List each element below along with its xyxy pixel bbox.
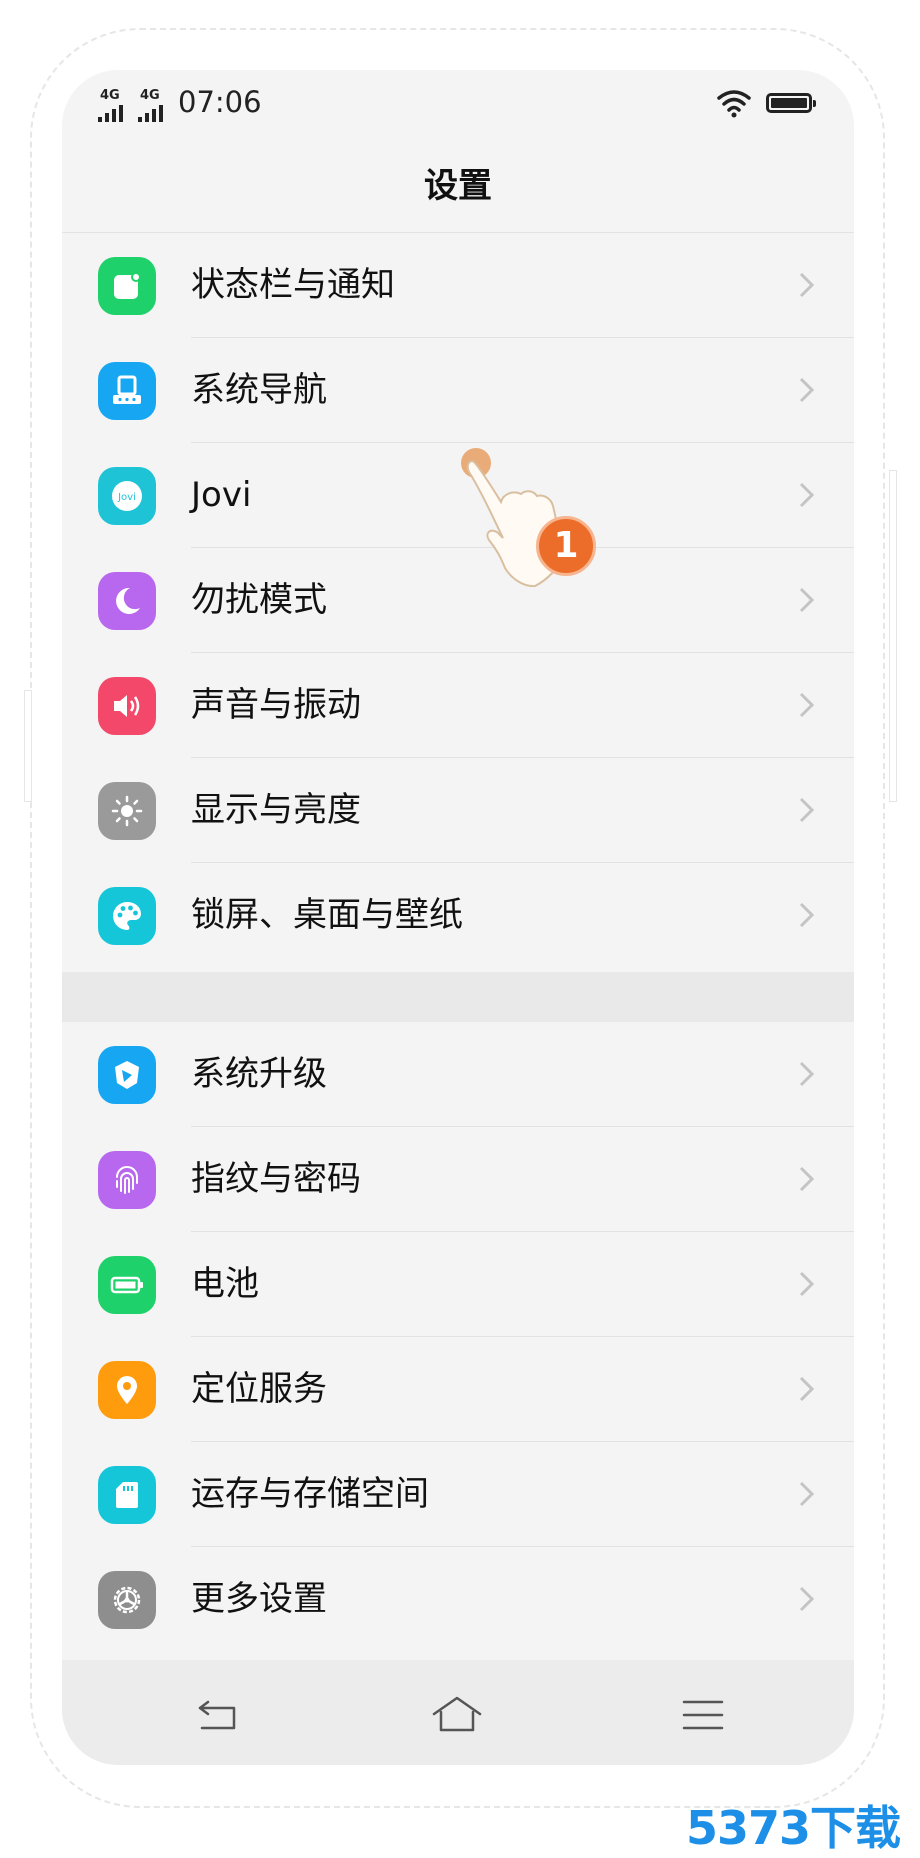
settings-item-label: 显示与亮度 xyxy=(191,790,361,830)
settings-item-label: 指纹与密码 xyxy=(191,1159,361,1199)
phone-side-button xyxy=(24,690,32,802)
chevron-right-icon xyxy=(799,377,815,403)
settings-group: 状态栏与通知 系统导航 Jovi Jovi 勿扰模式 声音与振动 显示与亮度 锁… xyxy=(62,233,854,968)
settings-item-label: 系统导航 xyxy=(191,370,327,410)
navigation-icon xyxy=(98,362,156,420)
settings-item-label: 定位服务 xyxy=(191,1369,327,1409)
battery-icon xyxy=(98,1256,156,1314)
settings-item-system-navigation[interactable]: 系统导航 xyxy=(62,338,854,443)
watermark-logo: 5373下载 xyxy=(686,1801,901,1855)
status-time: 07:06 xyxy=(178,85,262,119)
menu-icon[interactable] xyxy=(678,1696,728,1734)
chevron-right-icon xyxy=(799,587,815,613)
chevron-right-icon xyxy=(799,1586,815,1612)
settings-item-display-brightness[interactable]: 显示与亮度 xyxy=(62,758,854,863)
settings-item-label: 系统升级 xyxy=(191,1054,327,1094)
page-header: 设置 xyxy=(62,140,854,233)
settings-item-label: 更多设置 xyxy=(191,1579,327,1619)
settings-item-battery[interactable]: 电池 xyxy=(62,1232,854,1337)
palette-icon xyxy=(98,887,156,945)
settings-item-more-settings[interactable]: 更多设置 xyxy=(62,1547,854,1652)
jovi-icon: Jovi xyxy=(98,467,156,525)
phone-screen: 4G 4G 07:06 设置 状态栏与通知 系统导航 Jovi Jovi 勿扰模… xyxy=(62,70,854,1765)
wifi-icon xyxy=(717,90,751,118)
chevron-right-icon xyxy=(799,1061,815,1087)
status-bar: 4G 4G 07:06 xyxy=(62,70,854,140)
speaker-icon xyxy=(98,677,156,735)
fingerprint-icon xyxy=(98,1151,156,1209)
battery-icon xyxy=(766,93,816,113)
settings-item-label: 电池 xyxy=(191,1264,259,1304)
settings-item-sound-vibration[interactable]: 声音与振动 xyxy=(62,653,854,758)
chevron-right-icon xyxy=(799,1376,815,1402)
chevron-right-icon xyxy=(799,692,815,718)
settings-item-fingerprint-password[interactable]: 指纹与密码 xyxy=(62,1127,854,1232)
settings-item-system-upgrade[interactable]: 系统升级 xyxy=(62,1022,854,1127)
settings-item-label: 运存与存储空间 xyxy=(191,1474,429,1514)
settings-item-location-services[interactable]: 定位服务 xyxy=(62,1337,854,1442)
chevron-right-icon xyxy=(799,482,815,508)
settings-item-label: 勿扰模式 xyxy=(191,580,327,620)
settings-item-label: 状态栏与通知 xyxy=(191,265,395,305)
chevron-right-icon xyxy=(799,1166,815,1192)
home-icon[interactable] xyxy=(432,1696,482,1734)
settings-item-label: Jovi xyxy=(191,475,252,515)
settings-item-lockscreen-wallpaper[interactable]: 锁屏、桌面与壁纸 xyxy=(62,863,854,968)
upgrade-icon xyxy=(98,1046,156,1104)
chevron-right-icon xyxy=(799,902,815,928)
signal-icon: 4G xyxy=(138,88,172,122)
signal-icon: 4G xyxy=(98,88,132,122)
notification-icon xyxy=(98,257,156,315)
chevron-right-icon xyxy=(799,797,815,823)
sd-card-icon xyxy=(98,1466,156,1524)
moon-icon xyxy=(98,572,156,630)
chevron-right-icon xyxy=(799,1481,815,1507)
settings-item-label: 锁屏、桌面与壁纸 xyxy=(191,895,463,935)
gear-icon xyxy=(98,1571,156,1629)
chevron-right-icon xyxy=(799,1271,815,1297)
location-icon xyxy=(98,1361,156,1419)
jovi-icon-text: Jovi xyxy=(117,492,136,503)
system-navigation-bar xyxy=(62,1660,854,1765)
settings-item-label: 声音与振动 xyxy=(191,685,361,725)
settings-item-status-bar-notifications[interactable]: 状态栏与通知 xyxy=(62,233,854,338)
section-separator xyxy=(62,972,854,1022)
network-type-label: 4G xyxy=(140,88,160,103)
page-title: 设置 xyxy=(424,166,492,206)
chevron-right-icon xyxy=(799,272,815,298)
settings-item-ram-storage[interactable]: 运存与存储空间 xyxy=(62,1442,854,1547)
step-number-badge: 1 xyxy=(536,516,596,576)
phone-side-button xyxy=(889,470,897,802)
brightness-icon xyxy=(98,782,156,840)
network-type-label: 4G xyxy=(100,88,120,103)
settings-group: 系统升级 指纹与密码 电池 定位服务 运存与存储空间 更多设置 xyxy=(62,1022,854,1652)
back-icon[interactable] xyxy=(192,1696,242,1734)
